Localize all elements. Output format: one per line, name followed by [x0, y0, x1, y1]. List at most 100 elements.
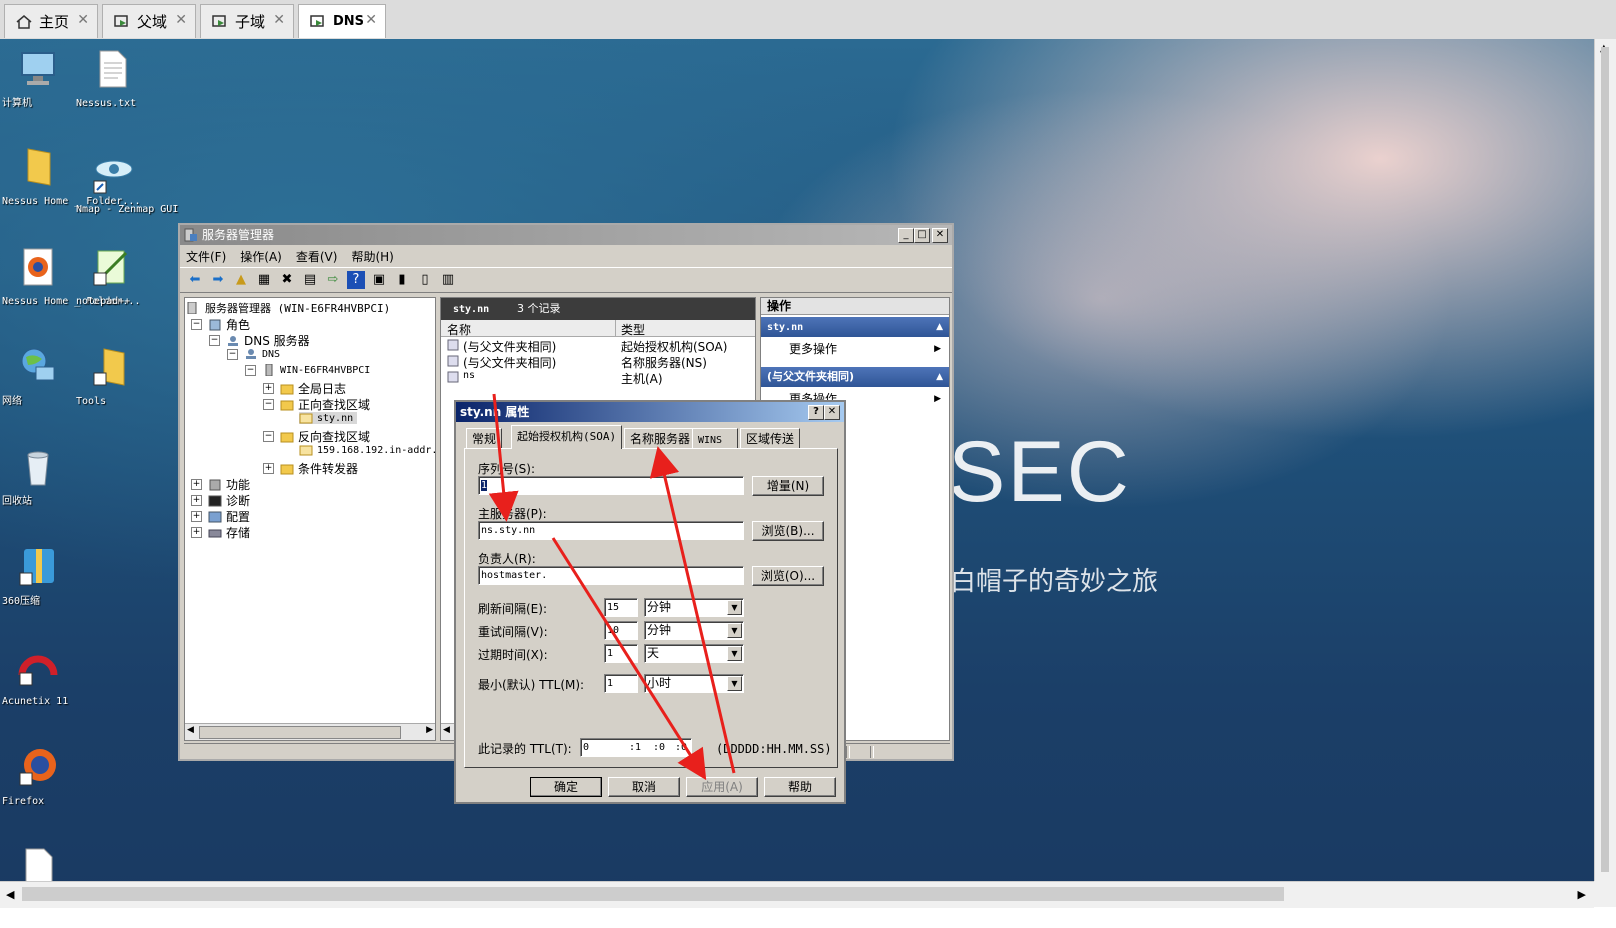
- tree-reverse-zones[interactable]: − 反向查找区域: [263, 428, 370, 445]
- tree-zone-sty-nn[interactable]: sty.nn: [299, 412, 358, 424]
- expand-icon[interactable]: +: [263, 463, 274, 474]
- collapse-icon[interactable]: −: [227, 348, 238, 360]
- record-icon[interactable]: ▯: [416, 271, 434, 289]
- desktop-icon-tools[interactable]: Tools: [76, 345, 148, 407]
- menu-action[interactable]: 操作(A): [240, 248, 282, 265]
- table-row[interactable]: (与父文件夹相同) 起始授权机构(SOA): [441, 337, 755, 354]
- desktop-icon-firefox[interactable]: Firefox: [2, 745, 74, 807]
- scroll-left-arrow-icon[interactable]: ◀: [6, 888, 14, 901]
- expand-icon[interactable]: +: [191, 527, 202, 538]
- primary-server-input[interactable]: ns.sty.nn: [478, 521, 744, 540]
- expand-icon[interactable]: +: [191, 495, 202, 506]
- column-header-type[interactable]: 类型: [621, 321, 645, 338]
- tree-root[interactable]: 服务器管理器 (WIN-E6FR4HVBPCI): [187, 300, 390, 316]
- tab-soa[interactable]: 起始授权机构(SOA): [511, 425, 623, 449]
- close-icon[interactable]: ✕: [273, 12, 285, 28]
- tree-forward-zones[interactable]: − 正向查找区域: [263, 396, 370, 413]
- tree-features[interactable]: + 功能: [191, 476, 250, 493]
- desktop-icon-acunetix[interactable]: Acunetix 11: [2, 645, 74, 707]
- dropdown-arrow-icon[interactable]: ▼: [727, 676, 742, 691]
- desktop-icon-nessus-firefox[interactable]: Nessus Home _ Folder...: [2, 245, 140, 307]
- delete-icon[interactable]: ✖: [278, 271, 296, 289]
- scroll-right-arrow-icon[interactable]: ▶: [1578, 888, 1586, 901]
- desktop-icon-notepadpp[interactable]: notepad++: [76, 245, 148, 307]
- responsible-person-input[interactable]: hostmaster.: [478, 566, 744, 585]
- desktop-icon-recycle-bin[interactable]: 回收站: [2, 445, 74, 507]
- help-icon[interactable]: ?: [347, 271, 365, 289]
- tab-subdomain[interactable]: 子域 ✕: [200, 4, 294, 38]
- desktop-icon-computer[interactable]: 计算机: [2, 47, 74, 109]
- tab-dns[interactable]: DNS ✕: [298, 4, 386, 38]
- tree-diagnostics[interactable]: + 诊断: [191, 492, 250, 509]
- collapse-arrow-icon[interactable]: ▲: [936, 317, 943, 337]
- tree-forwarders[interactable]: + 条件转发器: [263, 460, 358, 477]
- desktop-icon-zenmap[interactable]: Nmap - Zenmap GUI: [76, 153, 178, 215]
- more-actions-zone[interactable]: 更多操作 ▶: [761, 337, 949, 361]
- scroll-left-arrow-icon[interactable]: ◀: [187, 725, 194, 735]
- dropdown-arrow-icon[interactable]: ▼: [727, 623, 742, 638]
- properties-icon[interactable]: ▤: [301, 271, 319, 289]
- tree-horizontal-scrollbar[interactable]: ◀ ▶: [185, 723, 435, 740]
- scroll-thumb[interactable]: [199, 726, 401, 739]
- ok-button[interactable]: 确定: [530, 777, 602, 797]
- tab-home[interactable]: 主页 ✕: [4, 4, 98, 38]
- menu-view[interactable]: 查看(V): [296, 248, 338, 265]
- column-header-name[interactable]: 名称: [447, 321, 471, 338]
- server-manager-titlebar[interactable]: 服务器管理器 _ □ ✕: [180, 225, 952, 245]
- desktop-icon-360zip[interactable]: 360压缩: [2, 545, 74, 607]
- back-arrow-icon[interactable]: ⬅: [186, 271, 204, 289]
- refresh-interval-input[interactable]: 15: [604, 598, 638, 617]
- tab-general[interactable]: 常规: [466, 428, 503, 448]
- dropdown-arrow-icon[interactable]: ▼: [727, 600, 742, 615]
- tree-global-logs[interactable]: + 全局日志: [263, 380, 346, 397]
- record-list-icon[interactable]: ▥: [439, 271, 457, 289]
- minimum-ttl-input[interactable]: 1: [604, 674, 638, 693]
- collapse-icon[interactable]: −: [191, 319, 202, 330]
- desktop-icon-network[interactable]: 网络: [2, 345, 74, 407]
- help-dialog-button[interactable]: 帮助: [764, 777, 836, 797]
- close-button[interactable]: ✕: [932, 228, 948, 243]
- browse-primary-button[interactable]: 浏览(B)...: [752, 521, 824, 541]
- table-row[interactable]: (与父文件夹相同) 名称服务器(NS): [441, 353, 755, 370]
- tree-reverse-zone[interactable]: 159.168.192.in-addr.: [299, 444, 435, 456]
- menu-file[interactable]: 文件(F): [186, 248, 226, 265]
- export-icon[interactable]: ⇨: [324, 271, 342, 289]
- desktop-icon-nessus-folder[interactable]: Nessus Home _ Folder...: [2, 145, 140, 207]
- expand-icon[interactable]: +: [191, 511, 202, 522]
- tree-storage[interactable]: + 存储: [191, 524, 250, 541]
- help-button[interactable]: ?: [808, 405, 824, 420]
- expire-unit-select[interactable]: 天 ▼: [644, 644, 744, 663]
- scroll-left-arrow-icon[interactable]: ◀: [443, 725, 450, 735]
- retry-interval-input[interactable]: 10: [604, 621, 638, 640]
- close-icon[interactable]: ✕: [365, 12, 377, 28]
- minimum-ttl-unit-select[interactable]: 小时 ▼: [644, 674, 744, 693]
- refresh-unit-select[interactable]: 分钟 ▼: [644, 598, 744, 617]
- collapse-icon[interactable]: −: [209, 335, 220, 346]
- scroll-thumb[interactable]: [22, 887, 1284, 901]
- collapse-arrow-icon[interactable]: ▲: [936, 367, 943, 387]
- maximize-button[interactable]: □: [914, 228, 930, 243]
- dropdown-arrow-icon[interactable]: ▼: [727, 646, 742, 661]
- tab-wins[interactable]: WINS: [692, 428, 738, 448]
- actions-section-zone[interactable]: sty.nn ▲: [761, 317, 949, 337]
- table-row[interactable]: ns 主机(A): [441, 369, 755, 386]
- tab-name-servers[interactable]: 名称服务器: [624, 428, 697, 448]
- tree-configuration[interactable]: + 配置: [191, 508, 250, 525]
- collapse-icon[interactable]: −: [263, 431, 274, 442]
- serial-input[interactable]: 1: [478, 476, 744, 495]
- tree-dns-server[interactable]: − DNS 服务器: [209, 332, 310, 349]
- tree-host[interactable]: − WIN-E6FR4HVBPCI: [245, 364, 370, 376]
- up-folder-icon[interactable]: ▲: [232, 271, 250, 289]
- cancel-button[interactable]: 取消: [608, 777, 680, 797]
- expand-icon[interactable]: +: [191, 479, 202, 490]
- minimize-button[interactable]: _: [898, 228, 914, 243]
- server-icon[interactable]: ▮: [393, 271, 411, 289]
- tab-parent-domain[interactable]: 父域 ✕: [102, 4, 196, 38]
- vm-vertical-scrollbar[interactable]: ▲: [1594, 39, 1616, 881]
- increment-button[interactable]: 增量(N): [752, 476, 824, 496]
- tree-roles[interactable]: − 角色: [191, 316, 250, 333]
- scroll-thumb[interactable]: [1601, 47, 1609, 872]
- close-icon[interactable]: ✕: [175, 12, 187, 28]
- collapse-icon[interactable]: −: [263, 399, 274, 410]
- expand-icon[interactable]: +: [263, 383, 274, 394]
